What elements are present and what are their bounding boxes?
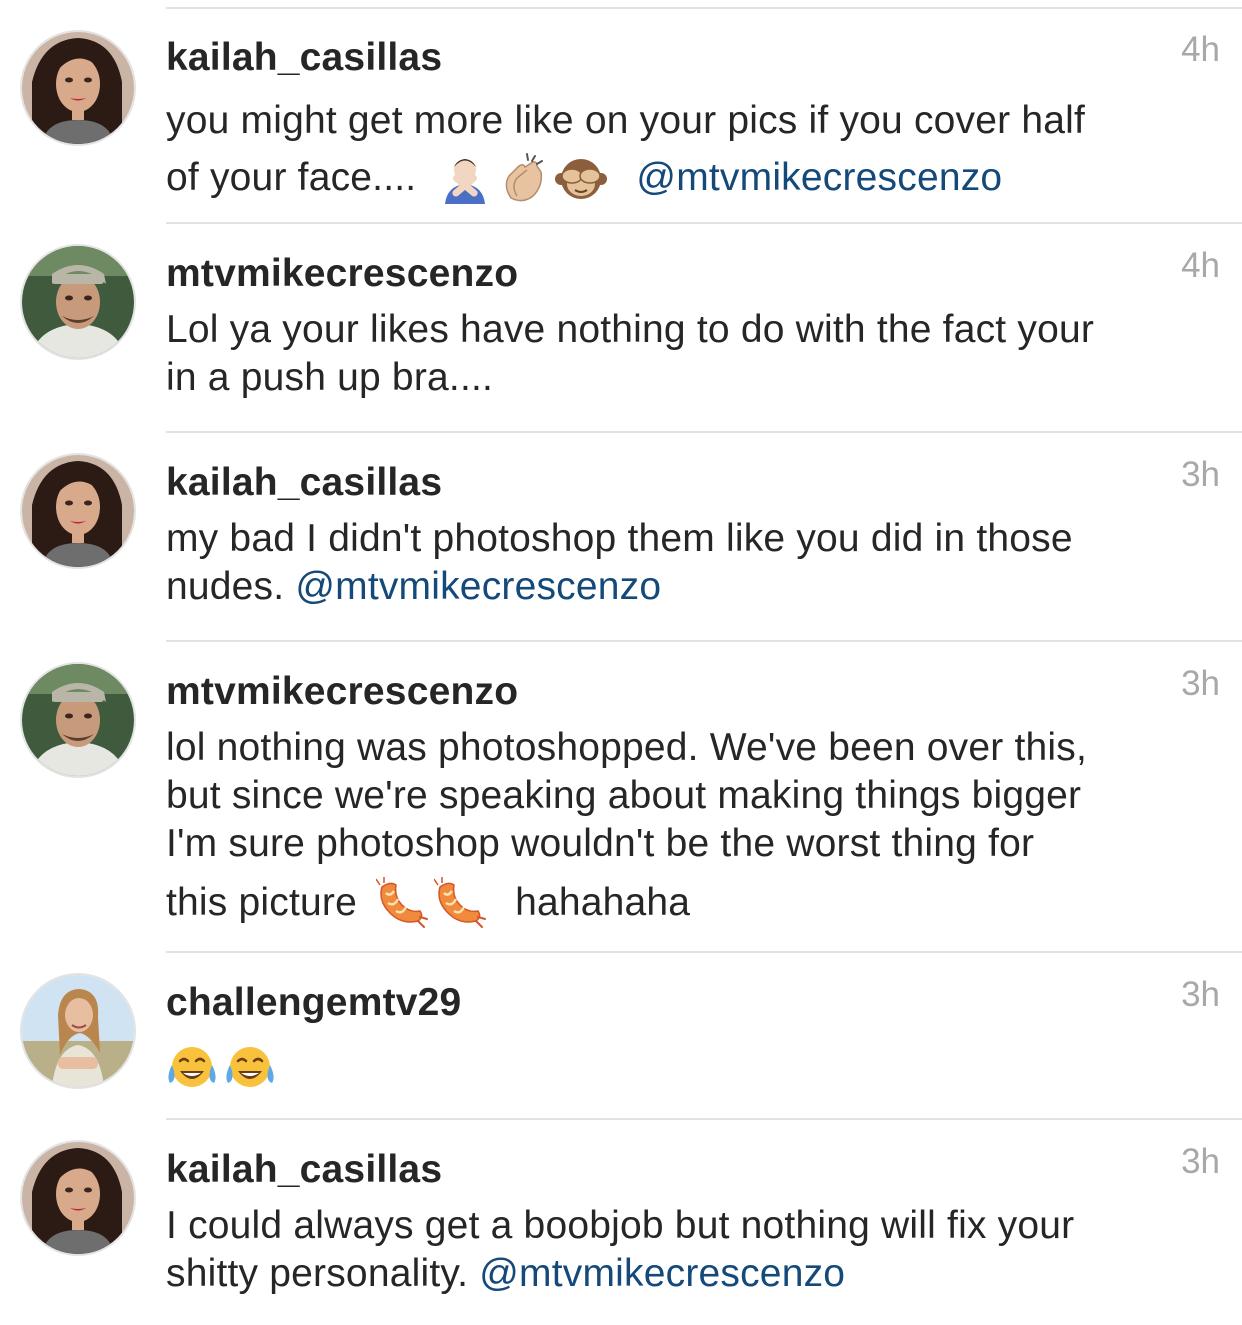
avatar[interactable] [22, 1142, 134, 1254]
comment-text: I could always get a boobjob but nothing… [166, 1204, 1075, 1247]
comment-line: in a push up bra.... [166, 354, 1206, 402]
comment-username[interactable]: kailah_casillas [166, 36, 442, 80]
comment-separator [166, 1118, 1242, 1120]
avatar[interactable] [22, 455, 134, 567]
comment-body [166, 1043, 1206, 1095]
comment-text: I'm sure photoshop wouldn't be the worst… [166, 822, 1035, 865]
comment-line: nudes. @mtvmikecrescenzo [166, 563, 1206, 611]
comment-line: this picture hahahaha [166, 877, 1206, 929]
comment-separator [166, 431, 1242, 433]
comment-separator [166, 951, 1242, 953]
comment: kailah_casillas 4h you might get more li… [0, 0, 1242, 222]
tears-of-joy-icon [166, 1043, 218, 1095]
comment-username[interactable]: kailah_casillas [166, 1148, 442, 1192]
comment-body: I could always get a boobjob but nothing… [166, 1202, 1206, 1298]
comment-line: lol nothing was photoshopped. We've been… [166, 724, 1206, 772]
comment-line: Lol ya your likes have nothing to do wit… [166, 306, 1206, 354]
person-gesturing-no-icon [439, 152, 491, 204]
avatar[interactable] [22, 246, 134, 358]
comment-body: Lol ya your likes have nothing to do wit… [166, 306, 1206, 402]
comment-timestamp: 3h [1181, 1142, 1220, 1181]
comment-body: lol nothing was photoshopped. We've been… [166, 724, 1206, 929]
comment-text: my bad I didn't photoshop them like you … [166, 517, 1073, 560]
comment-text: lol nothing was photoshopped. We've been… [166, 726, 1088, 769]
comment-line: I'm sure photoshop wouldn't be the worst… [166, 820, 1206, 868]
comment-text: but since we're speaking about making th… [166, 774, 1082, 817]
comment: kailah_casillas 3h I could always get a … [0, 1118, 1242, 1325]
comment-line: you might get more like on your pics if … [166, 92, 1206, 149]
comment-line: but since we're speaking about making th… [166, 772, 1206, 820]
comment-body: my bad I didn't photoshop them like you … [166, 515, 1206, 611]
avatar[interactable] [22, 975, 134, 1087]
comment-line: of your face.... @mtvmikecrescenzo [166, 149, 1206, 206]
avatar[interactable] [22, 32, 134, 144]
comment-username[interactable]: mtvmikecrescenzo [166, 670, 518, 714]
comment-mention[interactable]: @mtvmikecrescenzo [479, 1252, 845, 1295]
comment-timestamp: 3h [1181, 455, 1220, 494]
comment-timestamp: 4h [1181, 246, 1220, 285]
comment-text: Lol ya your likes have nothing to do wit… [166, 308, 1095, 351]
comment-mention[interactable]: @mtvmikecrescenzo [295, 565, 661, 608]
tears-of-joy-icon [224, 1043, 276, 1095]
see-no-evil-monkey-icon [555, 152, 608, 204]
comment-line: I could always get a boobjob but nothing… [166, 1202, 1206, 1250]
comment-line: shitty personality. @mtvmikecrescenzo [166, 1250, 1206, 1298]
comment-text: this picture [166, 881, 357, 924]
comment-text: hahahaha [515, 881, 691, 924]
comment-username[interactable]: mtvmikecrescenzo [166, 252, 518, 296]
clapping-hands-icon [497, 152, 549, 204]
comment: mtvmikecrescenzo 3h lol nothing was phot… [0, 640, 1242, 951]
comment-text: of your face.... [166, 156, 417, 199]
comment-separator [166, 222, 1242, 224]
comment-timestamp: 3h [1181, 975, 1220, 1014]
comment-username[interactable]: kailah_casillas [166, 461, 442, 505]
comment: kailah_casillas 3h my bad I didn't photo… [0, 431, 1242, 641]
comment-text: you might get more like on your pics if … [166, 99, 1086, 142]
comment: challengemtv29 3h [0, 951, 1242, 1118]
comment-username[interactable]: challengemtv29 [166, 981, 461, 1025]
comment-text: in a push up bra.... [166, 356, 494, 399]
comment-line: my bad I didn't photoshop them like you … [166, 515, 1206, 563]
comment-text: nudes. [166, 565, 285, 608]
comment-timestamp: 4h [1181, 30, 1220, 69]
comment-mention[interactable]: @mtvmikecrescenzo [636, 156, 1002, 199]
comment-text: shitty personality. [166, 1252, 469, 1295]
comment-separator [166, 7, 1242, 9]
comment-timestamp: 3h [1181, 664, 1220, 703]
shrimp-icon [434, 877, 487, 929]
comment-body: you might get more like on your pics if … [166, 92, 1206, 206]
avatar[interactable] [22, 664, 134, 776]
comment-line [166, 1043, 1206, 1095]
comment-separator [166, 640, 1242, 642]
shrimp-icon [376, 877, 429, 929]
comment: mtvmikecrescenzo 4h Lol ya your likes ha… [0, 222, 1242, 432]
